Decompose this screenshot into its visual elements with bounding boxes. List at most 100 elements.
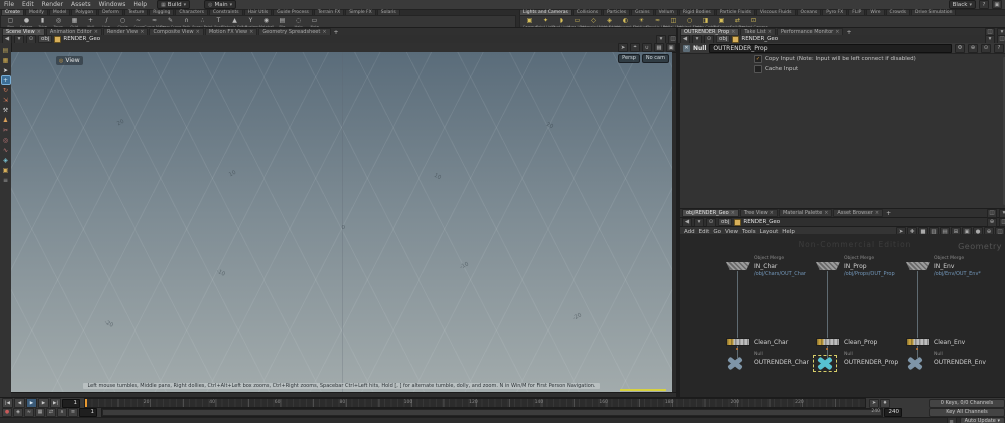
camera-select-button[interactable]: No cam (641, 54, 669, 63)
close-icon[interactable]: × (824, 210, 828, 216)
breadcrumb-context[interactable]: obj (38, 35, 53, 43)
node-body[interactable] (726, 338, 750, 350)
transport-button[interactable]: ▶ (38, 398, 49, 408)
pin-icon[interactable]: ⊙ (981, 43, 991, 53)
timeline-ruler[interactable]: 20 40 60 80 100 120 140 160 180 200 220 (84, 398, 866, 408)
new-tab-button[interactable]: + (884, 210, 893, 217)
help-icon[interactable]: ? (979, 0, 989, 9)
playbar-toggle-icon[interactable]: ● (2, 407, 12, 417)
viewport-toolbar-icon[interactable]: ⌖ (630, 43, 640, 52)
breadcrumb-node[interactable]: RENDER_Geo (741, 36, 778, 42)
node-body[interactable] (726, 262, 750, 270)
viewport-tool-icon[interactable]: ↻ (2, 86, 10, 94)
viewport-toolbar-icon[interactable]: ▣ (666, 43, 676, 52)
zoom-in-icon[interactable]: ⊕ (968, 43, 978, 53)
node-body[interactable] (813, 355, 837, 372)
pane-tab[interactable]: Asset Browser × (833, 209, 884, 217)
network-node[interactable]: Clean_Char (726, 338, 788, 352)
network-node[interactable]: Object Merge IN_Char /obj/Chars/OUT_Char (726, 256, 806, 277)
desktop-layout-icon[interactable]: ▣ (992, 0, 1002, 9)
range-end-field[interactable]: 240 (884, 407, 902, 417)
range-bar[interactable] (103, 409, 881, 415)
node-name-field[interactable]: OUTRENDER_Prop (709, 43, 952, 53)
node-body[interactable] (906, 358, 924, 369)
current-frame-field[interactable]: 1 (62, 398, 80, 408)
transport-button[interactable]: ▶ (26, 398, 37, 408)
transport-button[interactable]: ◀ (14, 398, 25, 408)
viewport-tool-icon[interactable]: ◎ (2, 136, 10, 144)
network-canvas[interactable]: Non-Commercial Edition Geometry Object M… (680, 234, 1005, 397)
pane-tab[interactable]: Material Palette × (778, 209, 833, 217)
transport-button[interactable]: |◀ (2, 398, 13, 408)
parameter-checkbox[interactable] (754, 65, 762, 73)
network-node[interactable]: Object Merge IN_Prop /obj/Props/OUT_Prop (816, 256, 895, 277)
pin-icon[interactable]: ⊙ (706, 217, 716, 227)
top-right-selector[interactable]: Black ▾ (948, 0, 976, 9)
viewport-canvas[interactable]: -20 -10 10 20 -20 -10 0 10 20 ◎ View Per (11, 52, 672, 392)
playbar-toggle-icon[interactable]: ∧ (57, 407, 67, 417)
menu-item[interactable]: Help (129, 1, 151, 8)
node-body[interactable] (726, 358, 744, 369)
update-mode-selector[interactable]: Auto Update ▾ (959, 417, 1005, 423)
viewport-toolbar-icon[interactable]: ∪ (642, 43, 652, 52)
breadcrumb-context[interactable]: obj (716, 35, 731, 43)
pane-split-icon[interactable]: ◫ (987, 208, 997, 218)
viewport-tool-icon[interactable]: + (0, 75, 11, 85)
viewport-tool-icon[interactable]: ▤ (2, 46, 10, 54)
network-node[interactable]: Null OUTRENDER_Prop (813, 352, 898, 372)
viewport-tool-icon[interactable]: ⚒ (2, 106, 10, 114)
parameter-checkbox[interactable]: ✓ (754, 55, 762, 63)
viewport-tool-icon[interactable]: ▣ (2, 166, 10, 174)
menu-item[interactable]: Windows (95, 1, 130, 8)
network-node[interactable]: Clean_Env (906, 338, 965, 352)
help-icon[interactable]: ? (994, 43, 1004, 53)
desktop-selector[interactable]: ▦ Build ▾ (157, 0, 191, 9)
breadcrumb-context[interactable]: obj (718, 218, 733, 226)
playback-range-slider[interactable]: 240 (101, 407, 883, 417)
node-body[interactable] (906, 262, 930, 270)
menu-item[interactable]: Render (38, 1, 67, 8)
viewport-tool-icon[interactable]: ≡ (2, 176, 10, 184)
close-icon[interactable]: × (731, 210, 735, 216)
playbar-toggle-icon[interactable]: ◈ (13, 407, 23, 417)
node-body[interactable] (816, 262, 840, 270)
pane-tab[interactable]: Tree View × (739, 209, 778, 217)
viewport-tool-icon[interactable]: ➤ (2, 66, 10, 74)
viewport-toolbar-icon[interactable]: ▦ (654, 43, 664, 52)
close-icon[interactable]: × (770, 210, 774, 216)
zoom-in-icon[interactable]: ⊕ (987, 217, 997, 227)
memory-icon[interactable]: ≡ (946, 417, 957, 423)
range-start-field[interactable]: 1 (79, 407, 97, 417)
network-node[interactable]: Null OUTRENDER_Env (906, 352, 986, 372)
node-body[interactable] (816, 338, 840, 350)
viewport-tool-icon[interactable]: ▦ (2, 56, 10, 64)
playbar-icon[interactable]: ♦ (880, 398, 890, 408)
network-node[interactable]: Clean_Prop (816, 338, 877, 352)
pane-split-icon[interactable]: ◫ (999, 217, 1005, 227)
menu-item[interactable]: File (0, 1, 18, 8)
playbar-toggle-icon[interactable]: ≈ (24, 407, 34, 417)
viewport-toolbar-icon[interactable]: ➤ (618, 43, 628, 52)
pane-tab[interactable]: obj/RENDER_Geo × (682, 209, 739, 217)
viewport-tool-icon[interactable]: ◈ (2, 156, 10, 164)
chevron-down-icon[interactable]: ▾ (694, 217, 704, 227)
persp-button[interactable]: Persp (618, 54, 640, 63)
transport-button[interactable]: ▶| (50, 398, 61, 408)
gear-icon[interactable]: ⚙ (955, 43, 965, 53)
playbar-icon[interactable]: ➤ (869, 398, 879, 408)
viewport-tool-icon[interactable]: ⇲ (2, 96, 10, 104)
back-icon[interactable]: ◀ (682, 217, 692, 227)
network-node[interactable]: Null OUTRENDER_Char (726, 352, 809, 372)
playhead[interactable] (85, 399, 87, 407)
keys-summary-button[interactable]: 0 Keys, 0/0 Channels (929, 398, 1005, 408)
breadcrumb-node[interactable]: RENDER_Geo (743, 219, 780, 225)
menu-item[interactable]: Edit (18, 1, 38, 8)
take-selector[interactable]: ◎ Main ▾ (204, 0, 237, 9)
close-icon[interactable]: × (875, 210, 879, 216)
key-all-channels-button[interactable]: Key All Channels (929, 407, 1005, 417)
viewport-tool-icon[interactable]: ∿ (2, 146, 10, 154)
playbar-toggle-icon[interactable]: ▦ (35, 407, 45, 417)
viewport-tool-icon[interactable]: ♟ (2, 116, 10, 124)
network-node[interactable]: Object Merge IN_Env /obj/Env/OUT_Env* (906, 256, 981, 277)
playbar-toggle-icon[interactable]: ≡ (68, 407, 78, 417)
